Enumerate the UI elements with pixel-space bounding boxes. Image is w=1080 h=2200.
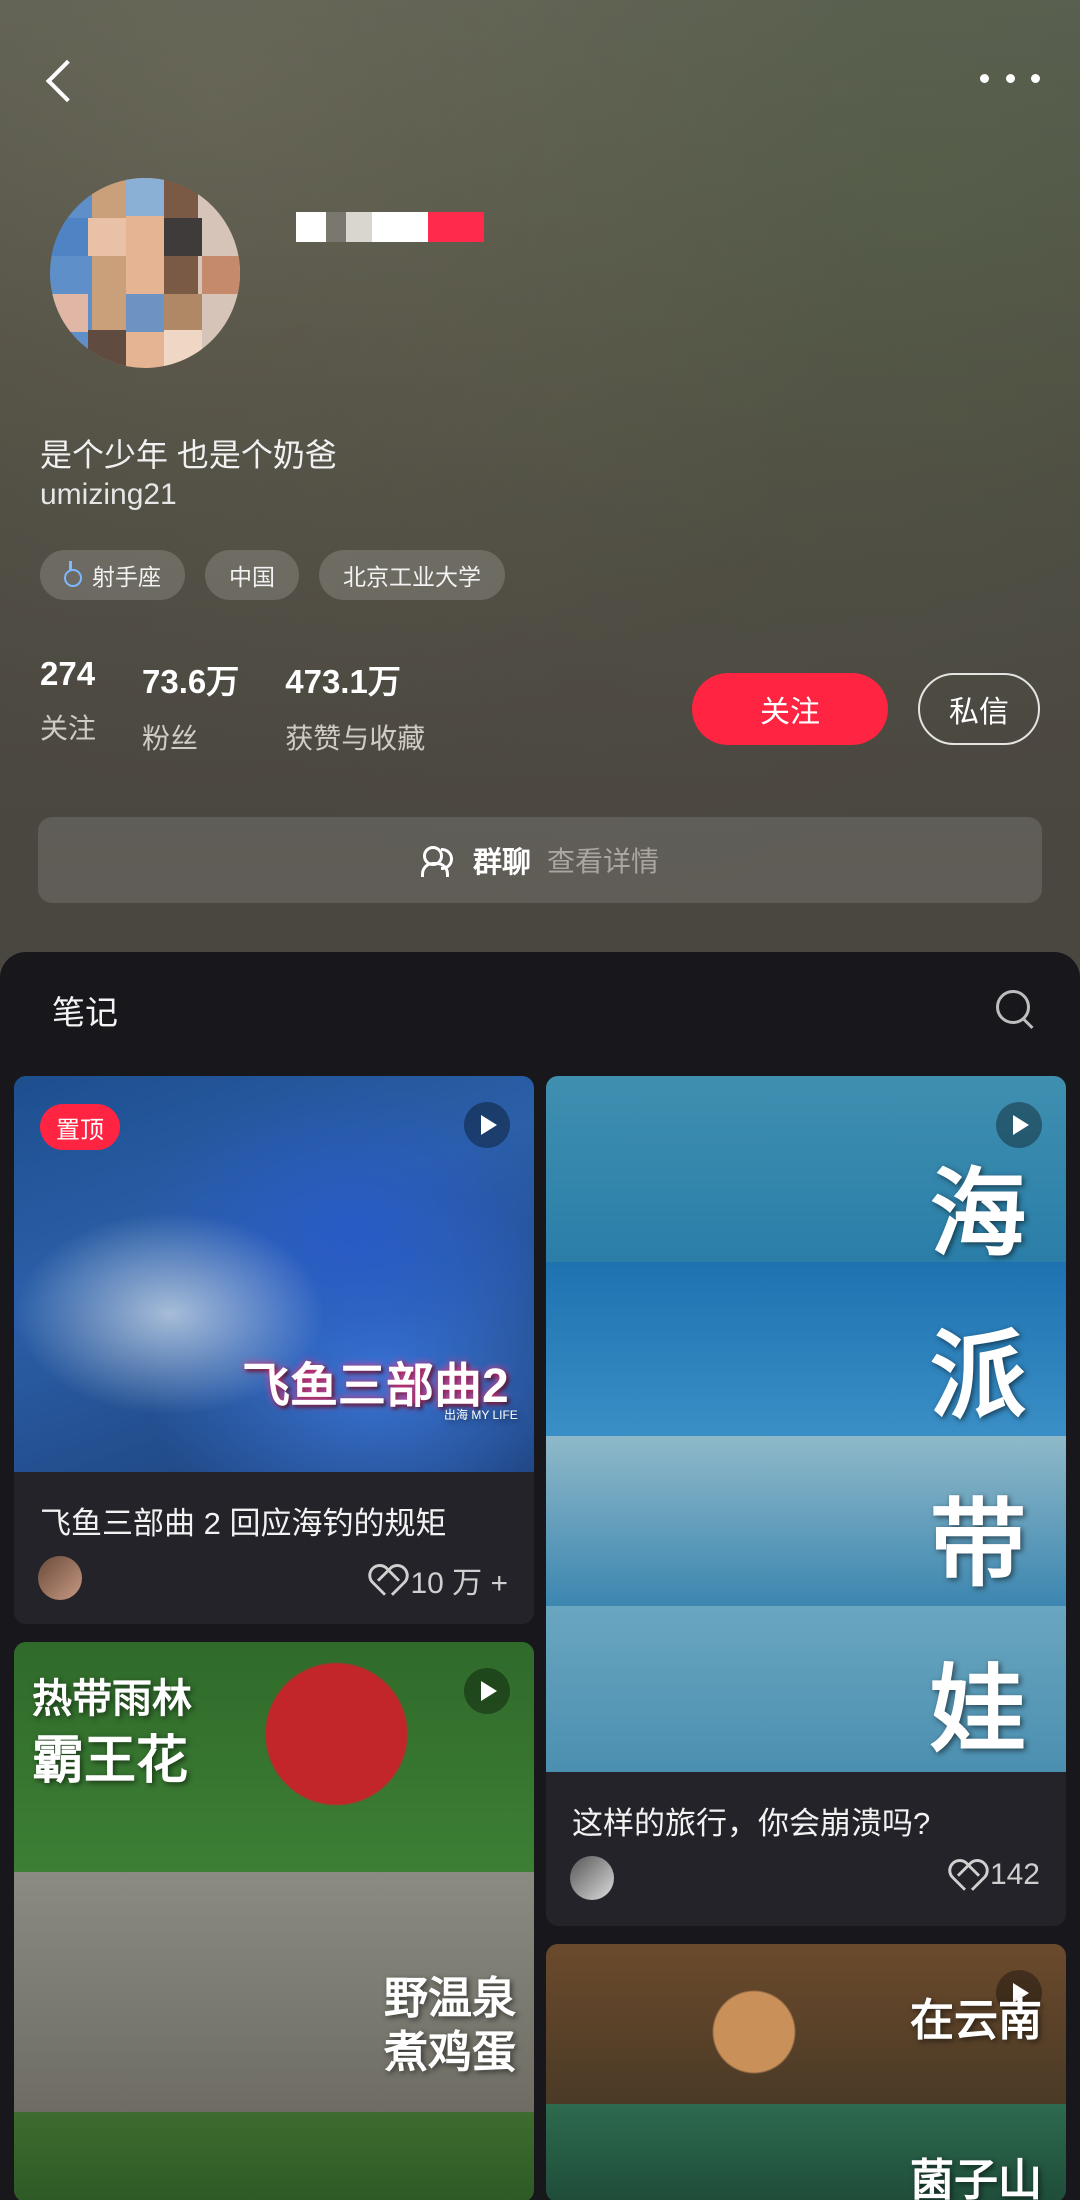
tag-label: 北京工业大学 — [343, 564, 481, 590]
like-button[interactable]: 10 万 + — [370, 1558, 508, 1602]
note-card[interactable]: 在云南 菌子山 — [546, 1944, 1066, 2200]
profile-stats: 274 关注 73.6万 粉丝 473.1万 获赞与收藏 — [40, 655, 471, 757]
stat-value: 473.1万 — [285, 663, 401, 700]
group-chat-bar[interactable]: 群聊 查看详情 — [38, 817, 1042, 903]
follow-button[interactable]: 关注 — [692, 673, 888, 745]
heart-icon — [370, 1565, 404, 1595]
stat-label: 关注 — [40, 713, 97, 744]
cover-text: 派 — [930, 1323, 1026, 1430]
cover-text: 菌子山 — [910, 2156, 1042, 2200]
stat-value: 73.6万 — [142, 663, 240, 700]
like-count: 10 万 + — [410, 1567, 508, 1600]
group-chat-icon — [420, 844, 457, 877]
like-button[interactable]: 142 — [950, 1858, 1040, 1892]
cover-text: 海 — [930, 1161, 1026, 1268]
stat-label: 粉丝 — [142, 723, 199, 754]
tag-label: 中国 — [229, 564, 275, 590]
cover-text: 煮鸡蛋 — [384, 2028, 516, 2077]
stat-followers[interactable]: 73.6万 粉丝 — [142, 655, 239, 757]
note-card[interactable]: 热带雨林 霸王花 野温泉 煮鸡蛋 — [14, 1642, 534, 2200]
group-chat-title: 群聊 — [472, 847, 531, 879]
more-button[interactable] — [980, 66, 1040, 90]
user-id: umizing21 — [40, 478, 177, 511]
group-chat-detail: 查看详情 — [547, 846, 660, 877]
cover-subtext: 出海 MY LIFE — [444, 1408, 518, 1422]
tag-label: 射手座 — [92, 564, 161, 590]
note-card[interactable]: 置顶 飞鱼三部曲2 出海 MY LIFE 飞鱼三部曲 2 回应海钓的规矩 10 … — [14, 1076, 534, 1624]
note-cover-image: 热带雨林 霸王花 野温泉 煮鸡蛋 — [14, 1642, 534, 2200]
heart-icon — [950, 1860, 984, 1890]
like-count: 142 — [989, 1858, 1040, 1891]
tag-school: 北京工业大学 — [319, 550, 505, 600]
play-icon — [464, 1668, 510, 1714]
note-title: 飞鱼三部曲 2 回应海钓的规矩 — [40, 1506, 447, 1541]
note-cover-image: 海 派 带 娃 — [546, 1076, 1066, 1772]
bio-text: 是个少年 也是个奶爸 — [40, 437, 337, 473]
stat-likes-collections[interactable]: 473.1万 获赞与收藏 — [285, 655, 425, 757]
cover-text: 在云南 — [910, 1996, 1042, 2045]
message-button[interactable]: 私信 — [918, 673, 1040, 745]
author-avatar[interactable] — [38, 1556, 82, 1600]
cover-text: 热带雨林 — [32, 1677, 192, 1721]
male-icon — [64, 561, 82, 587]
note-cover-image: 置顶 飞鱼三部曲2 出海 MY LIFE — [14, 1076, 534, 1472]
note-card[interactable]: 海 派 带 娃 这样的旅行，你会崩溃吗? 142 — [546, 1076, 1066, 1926]
avatar[interactable] — [50, 178, 240, 368]
tag-location: 中国 — [205, 550, 299, 600]
notes-section: 笔记 置顶 飞鱼三部曲2 出海 MY LIFE 飞鱼三部曲 2 回应海钓的规矩 … — [0, 952, 1080, 2200]
cover-text: 霸王花 — [32, 1732, 189, 1790]
notes-header: 笔记 — [0, 952, 1080, 1064]
stat-following[interactable]: 274 关注 — [40, 655, 96, 757]
pinned-badge: 置顶 — [40, 1104, 120, 1150]
cover-text: 带 — [930, 1491, 1026, 1598]
top-bar — [0, 40, 1080, 120]
username-blurred — [296, 212, 486, 242]
note-cover-image: 在云南 菌子山 — [546, 1944, 1066, 2200]
stat-value: 274 — [40, 655, 96, 692]
tag-zodiac: 射手座 — [40, 550, 185, 600]
more-dots-icon — [980, 73, 989, 83]
profile-tags: 射手座 中国 北京工业大学 — [40, 550, 505, 600]
tab-notes[interactable]: 笔记 — [52, 986, 118, 1034]
search-icon[interactable] — [994, 988, 1034, 1028]
back-button[interactable] — [38, 48, 88, 112]
cover-text: 娃 — [930, 1657, 1026, 1764]
author-avatar[interactable] — [570, 1856, 614, 1900]
stat-label: 获赞与收藏 — [285, 723, 426, 754]
play-icon — [464, 1102, 510, 1148]
note-title: 这样的旅行，你会崩溃吗? — [572, 1806, 931, 1841]
